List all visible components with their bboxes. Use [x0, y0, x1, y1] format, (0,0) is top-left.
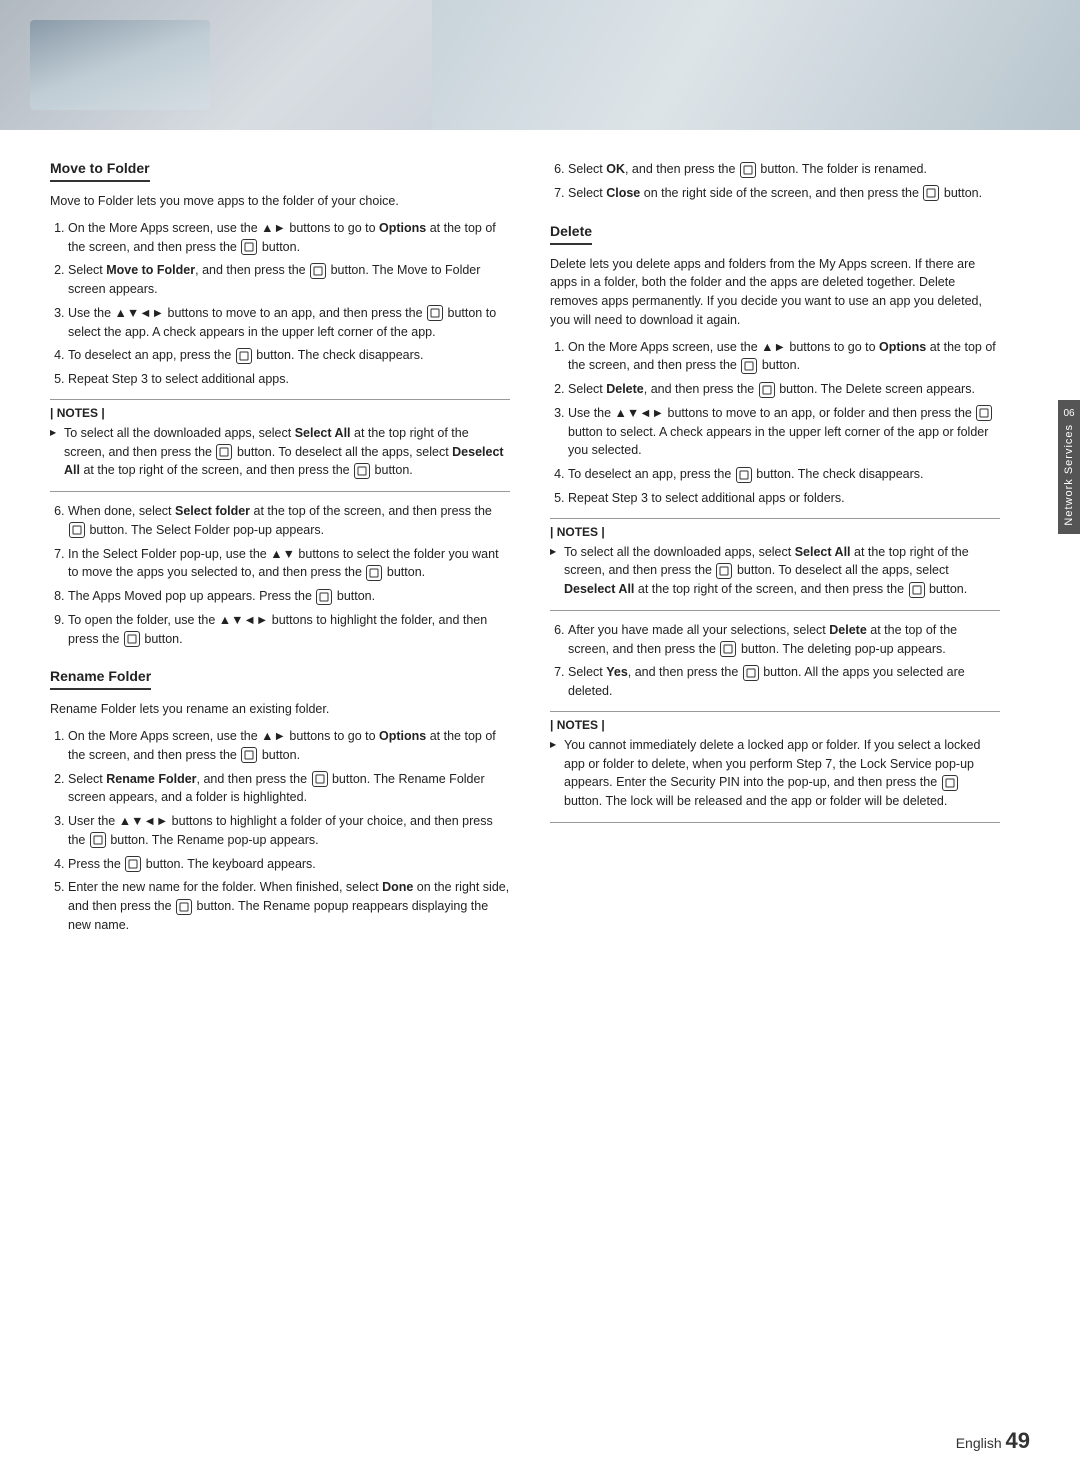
move-to-folder-section: Move to Folder Move to Folder lets you m…: [50, 160, 510, 648]
rename-folder-steps-continued: Select OK, and then press the button. Th…: [568, 160, 1000, 203]
note-item: You cannot immediately delete a locked a…: [550, 736, 1000, 811]
button-icon: [241, 747, 257, 763]
button-icon: [69, 522, 85, 538]
step-item: Press the button. The keyboard appears.: [68, 855, 510, 874]
step-item: When done, select Select folder at the t…: [68, 502, 510, 540]
step-item: Select Yes, and then press the button. A…: [568, 663, 1000, 701]
delete-intro: Delete lets you delete apps and folders …: [550, 255, 1000, 330]
button-icon: [759, 382, 775, 398]
step-item: To deselect an app, press the button. Th…: [68, 346, 510, 365]
step-item: On the More Apps screen, use the ▲► butt…: [68, 727, 510, 765]
side-tab-number: 06: [1063, 408, 1074, 419]
delete-steps-continued: After you have made all your selections,…: [568, 621, 1000, 701]
notes-list: You cannot immediately delete a locked a…: [550, 736, 1000, 811]
move-to-folder-steps: On the More Apps screen, use the ▲► butt…: [68, 219, 510, 389]
english-label: English: [956, 1435, 1002, 1451]
button-icon: [125, 856, 141, 872]
button-icon: [310, 263, 326, 279]
step-item: Enter the new name for the folder. When …: [68, 878, 510, 934]
rename-folder-steps: On the More Apps screen, use the ▲► butt…: [68, 727, 510, 935]
step-item: Repeat Step 3 to select additional apps …: [568, 489, 1000, 508]
notes-box-3: | NOTES | You cannot immediately delete …: [550, 711, 1000, 823]
button-icon: [176, 899, 192, 915]
step-item: Use the ▲▼◄► buttons to move to an app, …: [68, 304, 510, 342]
step-item: The Apps Moved pop up appears. Press the…: [68, 587, 510, 606]
button-icon: [354, 463, 370, 479]
move-to-folder-intro: Move to Folder lets you move apps to the…: [50, 192, 510, 211]
button-icon: [124, 631, 140, 647]
notes-box-2: | NOTES | To select all the downloaded a…: [550, 518, 1000, 611]
button-icon: [236, 348, 252, 364]
button-icon: [736, 467, 752, 483]
button-icon: [743, 665, 759, 681]
delete-heading: Delete: [550, 223, 592, 245]
step-item: Select OK, and then press the button. Th…: [568, 160, 1000, 179]
notes-label: | NOTES |: [550, 718, 1000, 732]
button-icon: [216, 444, 232, 460]
notes-label: | NOTES |: [550, 525, 1000, 539]
button-icon: [909, 582, 925, 598]
step-item: Select Close on the right side of the sc…: [568, 184, 1000, 203]
button-icon: [312, 771, 328, 787]
side-tab: 06 Network Services: [1058, 400, 1080, 534]
button-icon: [720, 641, 736, 657]
step-item: In the Select Folder pop-up, use the ▲▼ …: [68, 545, 510, 583]
move-to-folder-heading: Move to Folder: [50, 160, 150, 182]
rename-folder-intro: Rename Folder lets you rename an existin…: [50, 700, 510, 719]
rename-folder-section: Rename Folder Rename Folder lets you ren…: [50, 668, 510, 934]
left-column: Move to Folder Move to Folder lets you m…: [50, 160, 510, 945]
button-icon: [923, 185, 939, 201]
right-column: Select OK, and then press the button. Th…: [540, 160, 1000, 945]
rename-folder-heading: Rename Folder: [50, 668, 151, 690]
header-image: [0, 0, 1080, 130]
button-icon: [741, 358, 757, 374]
notes-list: To select all the downloaded apps, selec…: [50, 424, 510, 480]
step-item: To deselect an app, press the button. Th…: [568, 465, 1000, 484]
step-item: User the ▲▼◄► buttons to highlight a fol…: [68, 812, 510, 850]
page-number: 49: [1006, 1428, 1030, 1453]
note-item: To select all the downloaded apps, selec…: [550, 543, 1000, 599]
step-item: Select Rename Folder, and then press the…: [68, 770, 510, 808]
notes-label: | NOTES |: [50, 406, 510, 420]
button-icon: [716, 563, 732, 579]
step-item: After you have made all your selections,…: [568, 621, 1000, 659]
delete-section: Delete Delete lets you delete apps and f…: [550, 223, 1000, 823]
move-to-folder-steps-continued: When done, select Select folder at the t…: [68, 502, 510, 648]
button-icon: [316, 589, 332, 605]
step-item: On the More Apps screen, use the ▲► butt…: [68, 219, 510, 257]
step-item: Select Delete, and then press the button…: [568, 380, 1000, 399]
step-item: Use the ▲▼◄► buttons to move to an app, …: [568, 404, 1000, 460]
step-item: On the More Apps screen, use the ▲► butt…: [568, 338, 1000, 376]
step-item: To open the folder, use the ▲▼◄► buttons…: [68, 611, 510, 649]
notes-box-1: | NOTES | To select all the downloaded a…: [50, 399, 510, 492]
side-tab-label: Network Services: [1063, 424, 1075, 526]
button-icon: [241, 239, 257, 255]
step-item: Repeat Step 3 to select additional apps.: [68, 370, 510, 389]
button-icon: [366, 565, 382, 581]
button-icon: [976, 405, 992, 421]
button-icon: [427, 305, 443, 321]
button-icon: [740, 162, 756, 178]
delete-steps: On the More Apps screen, use the ▲► butt…: [568, 338, 1000, 508]
button-icon: [90, 832, 106, 848]
note-item: To select all the downloaded apps, selec…: [50, 424, 510, 480]
button-icon: [942, 775, 958, 791]
footer: English 49: [956, 1428, 1030, 1454]
notes-list: To select all the downloaded apps, selec…: [550, 543, 1000, 599]
step-item: Select Move to Folder, and then press th…: [68, 261, 510, 299]
